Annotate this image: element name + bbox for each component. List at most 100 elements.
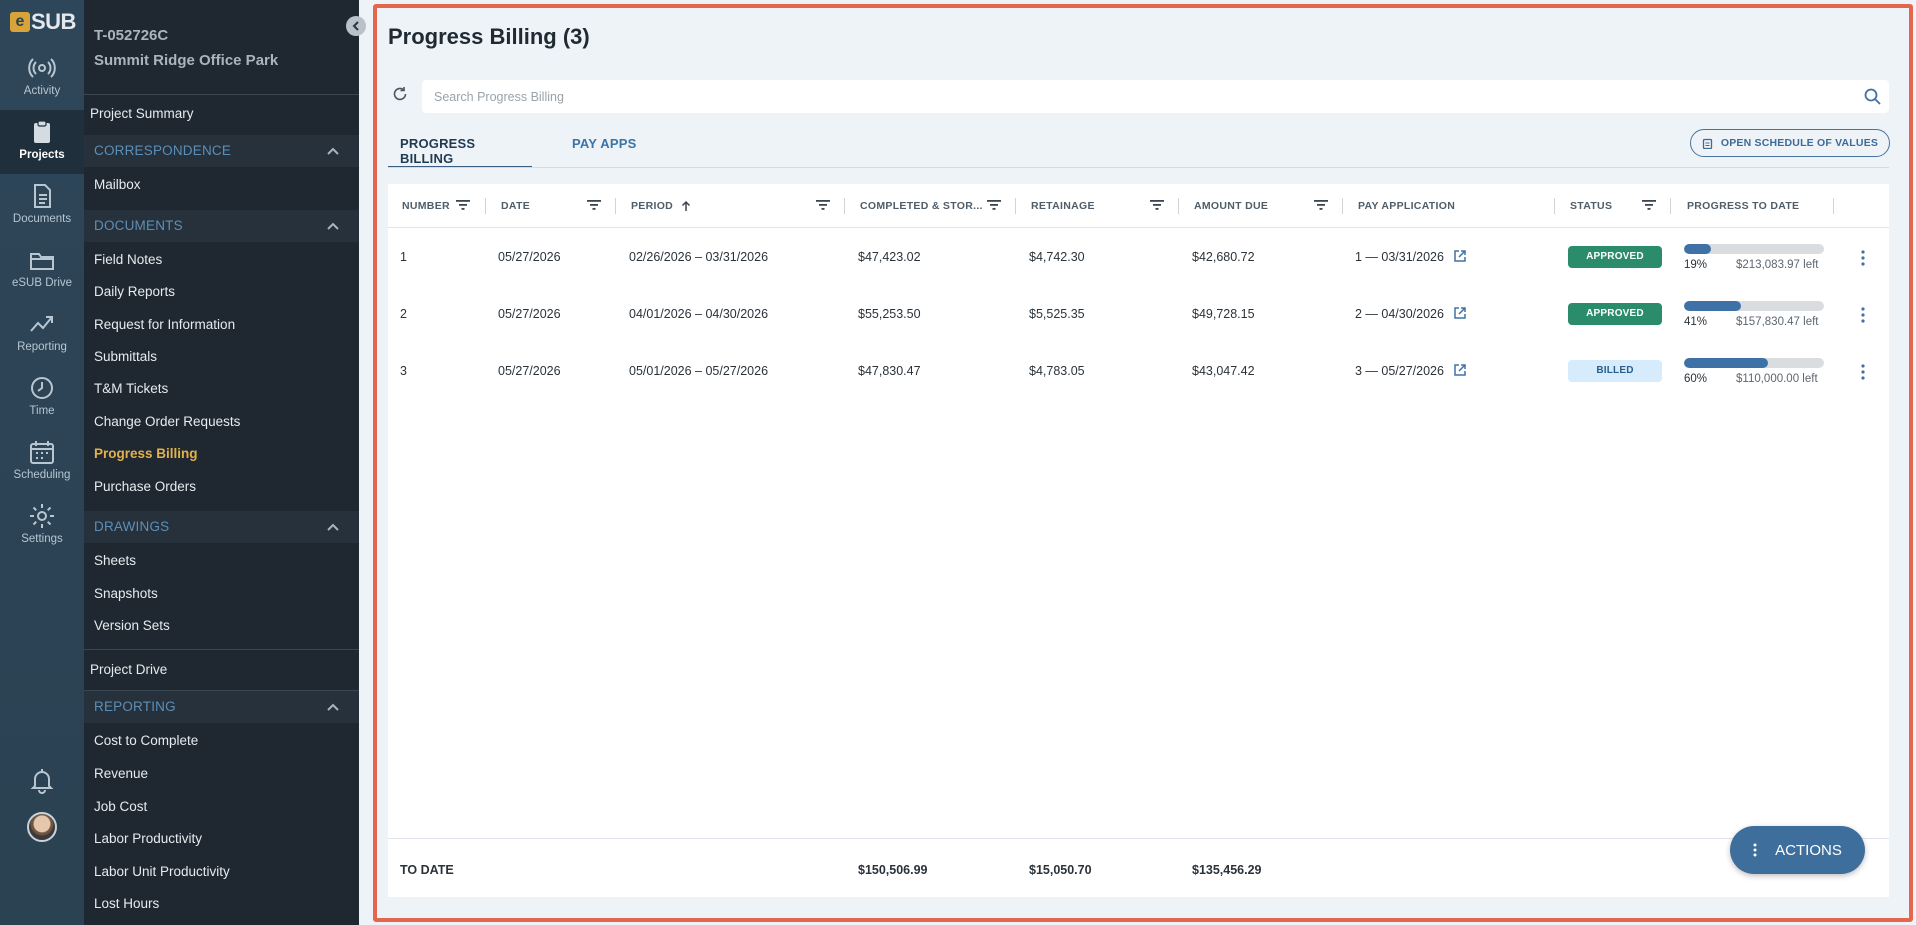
tab-progress-billing[interactable]: PROGRESS BILLING	[388, 136, 532, 168]
avatar[interactable]	[27, 812, 57, 842]
col-pay-application[interactable]: PAY APPLICATION	[1358, 184, 1455, 228]
status-badge: APPROVED	[1568, 246, 1662, 268]
pay-app-link[interactable]: 3 — 05/27/2026	[1355, 364, 1444, 378]
rail-projects[interactable]: Projects	[0, 110, 84, 174]
tabs-divider	[388, 167, 1889, 168]
bell-icon[interactable]	[28, 766, 56, 794]
nav-mailbox[interactable]: Mailbox	[94, 177, 141, 192]
progress-bar	[1684, 358, 1824, 368]
filter-icon[interactable]	[587, 199, 601, 211]
col-amount-due[interactable]: AMOUNT DUE	[1194, 184, 1268, 228]
open-schedule-of-values-button[interactable]: OPEN SCHEDULE OF VALUES	[1690, 129, 1890, 157]
rail-reporting[interactable]: Reporting	[0, 302, 84, 366]
cell-completed: $47,423.02	[858, 250, 921, 264]
progress-fill	[1684, 244, 1711, 254]
col-separator[interactable]	[1178, 198, 1179, 214]
nav-labor-productivity[interactable]: Labor Productivity	[94, 831, 202, 846]
footer-retainage: $15,050.70	[1029, 863, 1092, 877]
nav-section-documents[interactable]: DOCUMENTS	[84, 210, 359, 242]
rail-activity[interactable]: Activity	[0, 46, 84, 110]
section-label: DRAWINGS	[94, 519, 170, 534]
col-period[interactable]: PERIOD	[631, 184, 673, 228]
cell-completed: $47,830.47	[858, 364, 921, 378]
nav-cost-to-complete[interactable]: Cost to Complete	[94, 733, 198, 748]
col-completed[interactable]: COMPLETED & STOR...	[860, 184, 983, 228]
cell-amount-due: $42,680.72	[1192, 250, 1255, 264]
search-input[interactable]	[422, 80, 1889, 113]
chevron-up-icon	[327, 523, 339, 531]
rail-documents[interactable]: Documents	[0, 174, 84, 238]
col-separator[interactable]	[1015, 198, 1016, 214]
cell-pay-application[interactable]: 2 — 04/30/2026	[1355, 307, 1466, 321]
col-retainage[interactable]: RETAINAGE	[1031, 184, 1095, 228]
nav-job-cost[interactable]: Job Cost	[94, 799, 147, 814]
open-external-icon[interactable]	[1454, 250, 1466, 262]
pay-app-link[interactable]: 1 — 03/31/2026	[1355, 250, 1444, 264]
filter-icon[interactable]	[1642, 199, 1656, 211]
rail-time[interactable]: Time	[0, 366, 84, 430]
col-status[interactable]: STATUS	[1570, 184, 1612, 228]
rail-scheduling[interactable]: Scheduling	[0, 430, 84, 494]
collapse-nav-button[interactable]	[346, 16, 366, 36]
col-separator[interactable]	[844, 198, 845, 214]
open-external-icon[interactable]	[1454, 364, 1466, 376]
cell-number: 3	[400, 364, 407, 378]
col-separator[interactable]	[1670, 198, 1671, 214]
actions-button[interactable]: ACTIONS	[1730, 826, 1865, 874]
nav-project-summary[interactable]: Project Summary	[90, 106, 194, 121]
cell-pay-application[interactable]: 1 — 03/31/2026	[1355, 250, 1466, 264]
nav-progress-billing[interactable]: Progress Billing	[94, 446, 198, 461]
nav-tm-tickets[interactable]: T&M Tickets	[94, 381, 168, 396]
nav-divider	[84, 649, 359, 650]
sort-up-icon[interactable]	[681, 200, 691, 212]
nav-lost-hours[interactable]: Lost Hours	[94, 896, 159, 911]
more-vertical-icon[interactable]	[1861, 307, 1865, 323]
actions-label: ACTIONS	[1775, 841, 1842, 859]
nav-snapshots[interactable]: Snapshots	[94, 586, 158, 601]
filter-icon[interactable]	[816, 199, 830, 211]
progress-remaining: $110,000.00 left	[1736, 373, 1818, 385]
tab-pay-apps[interactable]: PAY APPS	[572, 136, 636, 151]
nav-purchase-orders[interactable]: Purchase Orders	[94, 479, 196, 494]
filter-icon[interactable]	[456, 199, 470, 211]
status-badge: BILLED	[1568, 360, 1662, 382]
nav-daily-reports[interactable]: Daily Reports	[94, 284, 175, 299]
filter-icon[interactable]	[1150, 199, 1164, 211]
nav-request-for-information[interactable]: Request for Information	[94, 317, 235, 332]
col-separator[interactable]	[485, 198, 486, 214]
more-vertical-icon[interactable]	[1861, 250, 1865, 266]
cell-retainage: $4,783.05	[1029, 364, 1085, 378]
esub-logo[interactable]: e SUB	[10, 9, 76, 34]
nav-section-drawings[interactable]: DRAWINGS	[84, 511, 359, 543]
refresh-icon[interactable]	[392, 86, 408, 102]
nav-change-order-requests[interactable]: Change Order Requests	[94, 414, 240, 429]
project-name: Summit Ridge Office Park	[94, 52, 279, 69]
cell-pay-application[interactable]: 3 — 05/27/2026	[1355, 364, 1466, 378]
nav-field-notes[interactable]: Field Notes	[94, 252, 162, 267]
rail-settings[interactable]: Settings	[0, 494, 84, 558]
col-separator[interactable]	[615, 198, 616, 214]
nav-submittals[interactable]: Submittals	[94, 349, 157, 364]
col-separator[interactable]	[1833, 198, 1834, 214]
open-external-icon[interactable]	[1454, 307, 1466, 319]
nav-sheets[interactable]: Sheets	[94, 553, 136, 568]
filter-icon[interactable]	[987, 199, 1001, 211]
nav-revenue[interactable]: Revenue	[94, 766, 148, 781]
nav-section-reporting[interactable]: REPORTING	[84, 691, 359, 723]
nav-section-correspondence[interactable]: CORRESPONDENCE	[84, 135, 359, 167]
pay-app-link[interactable]: 2 — 04/30/2026	[1355, 307, 1444, 321]
col-separator[interactable]	[1554, 198, 1555, 214]
col-separator[interactable]	[1342, 198, 1343, 214]
cell-period: 05/01/2026 – 05/27/2026	[629, 364, 769, 378]
filter-icon[interactable]	[1314, 199, 1328, 211]
col-date[interactable]: DATE	[501, 184, 530, 228]
more-vertical-icon[interactable]	[1861, 364, 1865, 380]
rail-label: Projects	[19, 149, 65, 161]
rail-esub-drive[interactable]: eSUB Drive	[0, 238, 84, 302]
col-progress[interactable]: PROGRESS TO DATE	[1687, 184, 1799, 228]
nav-version-sets[interactable]: Version Sets	[94, 618, 170, 633]
nav-labor-unit-productivity[interactable]: Labor Unit Productivity	[94, 864, 230, 879]
nav-project-drive[interactable]: Project Drive	[90, 662, 167, 677]
search-icon[interactable]	[1864, 88, 1881, 105]
col-number[interactable]: NUMBER	[402, 184, 450, 228]
